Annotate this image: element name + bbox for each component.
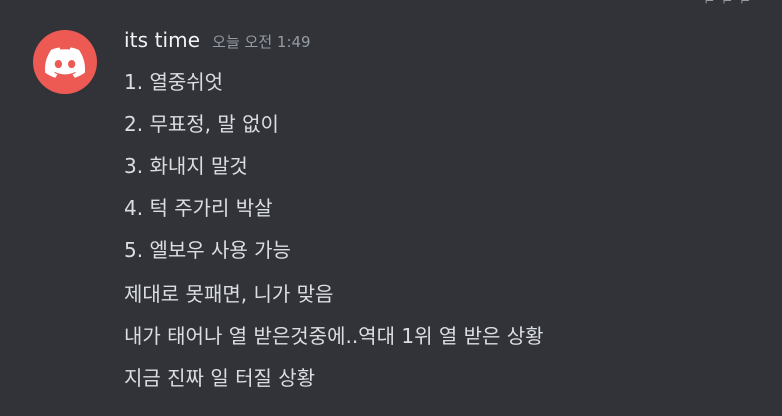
chat-message: its time 오늘 오전 1:49 1. 열중쉬엇 2. 무표정, 말 없이… xyxy=(0,0,782,416)
author-name[interactable]: its time xyxy=(124,28,200,52)
message-line: 1. 열중쉬엇 xyxy=(124,70,224,94)
message-header: its time 오늘 오전 1:49 xyxy=(124,28,311,58)
message-line: 5. 엘보우 사용 가능 xyxy=(124,238,291,262)
message-content: 1. 열중쉬엇 2. 무표정, 말 없이 3. 화내지 말것 4. 턱 주가리 … xyxy=(124,67,544,405)
message-line: 3. 화내지 말것 xyxy=(124,154,248,178)
message-line: 제대로 못패면, 니가 맞음 xyxy=(124,282,334,306)
message-timestamp: 오늘 오전 1:49 xyxy=(212,33,311,51)
message-line: 2. 무표정, 말 없이 xyxy=(124,112,279,136)
message-line: 지금 진짜 일 터질 상황 xyxy=(124,366,316,390)
message-line: 4. 턱 주가리 박살 xyxy=(124,196,273,220)
discord-logo-icon xyxy=(45,46,85,78)
avatar[interactable] xyxy=(33,30,97,94)
message-line: 내가 태어나 열 받은것중에..역대 1위 열 받은 상황 xyxy=(124,324,544,348)
